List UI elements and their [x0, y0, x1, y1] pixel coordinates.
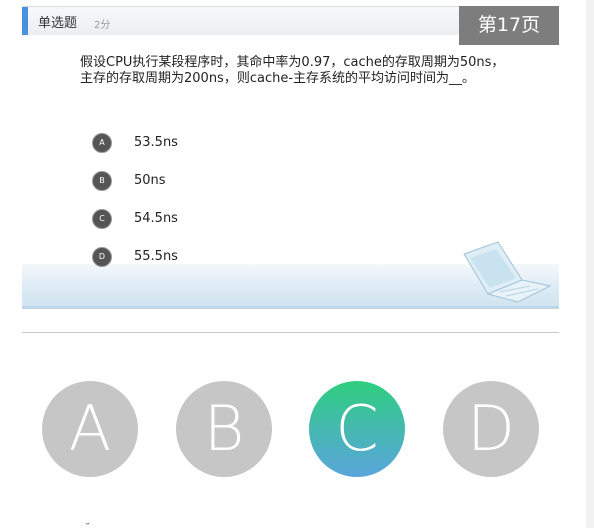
option-letter-badge: B [92, 171, 112, 191]
question-text: 假设CPU执行某段程序时，其命中率为0.97，cache的存取周期为50ns，主… [80, 55, 505, 86]
answer-button-d[interactable]: D [443, 381, 539, 477]
slide-bottom-rule [22, 306, 559, 309]
option-text: 54.5ns [134, 211, 178, 226]
question-slide: 单选题 2分 第17页 假设CPU执行某段程序时，其命中率为0.97，cache… [22, 6, 559, 309]
header-accent-bar [22, 7, 28, 35]
question-type-label: 单选题 [38, 16, 78, 31]
answer-button-a[interactable]: A [42, 381, 138, 477]
option-text: 50ns [134, 173, 166, 188]
option-letter-badge: C [92, 209, 112, 229]
page-number-badge: 第17页 [459, 6, 559, 45]
option-text: 55.5ns [134, 249, 178, 264]
section-divider [22, 332, 559, 333]
cursor-fragment-icon: ˶ [86, 518, 90, 529]
option-letter-badge: D [92, 247, 112, 267]
option-a: A 53.5ns [92, 133, 292, 155]
right-scroll-rail [586, 0, 594, 528]
answer-button-b[interactable]: B [176, 381, 272, 477]
option-b: B 50ns [92, 171, 292, 193]
laptop-icon [463, 241, 552, 303]
option-c: C 54.5ns [92, 209, 292, 231]
answer-button-c[interactable]: C [309, 381, 405, 477]
option-d: D 55.5ns [92, 247, 292, 269]
option-letter-badge: A [92, 133, 112, 153]
question-score: 2分 [94, 20, 111, 31]
option-text: 53.5ns [134, 135, 178, 150]
